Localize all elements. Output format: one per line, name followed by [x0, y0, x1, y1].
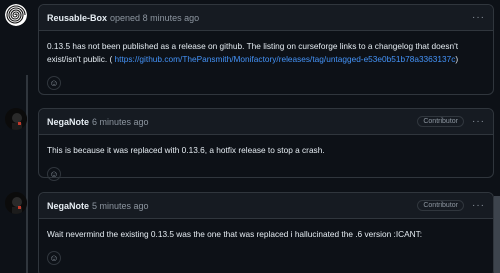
comment-body: 0.13.5 has not been published as a relea… — [39, 31, 493, 72]
comment-card: NegaNote 5 minutes ago Contributor ··· W… — [38, 192, 494, 273]
spiral-avatar-icon — [5, 4, 27, 26]
comment-card: Reusable-Box opened 8 minutes ago ··· 0.… — [38, 4, 494, 95]
comment-text-end: ) — [455, 54, 459, 64]
comment-header: NegaNote 5 minutes ago Contributor ··· — [39, 193, 493, 219]
comment-card: NegaNote 6 minutes ago Contributor ··· T… — [38, 108, 494, 181]
comment-text: This is because it was replaced with 0.1… — [47, 145, 325, 155]
comment-body: This is because it was replaced with 0.1… — [39, 135, 493, 163]
comment-timestamp[interactable]: 6 minutes ago — [92, 117, 149, 127]
scrollbar[interactable] — [494, 196, 500, 273]
user-avatar-icon — [5, 192, 27, 214]
comment-header: Reusable-Box opened 8 minutes ago ··· — [39, 5, 493, 31]
smiley-icon: ☺ — [49, 78, 59, 88]
comment-timestamp[interactable]: 5 minutes ago — [92, 201, 149, 211]
more-options-icon[interactable]: ··· — [472, 12, 485, 23]
avatar[interactable] — [5, 4, 27, 26]
contributor-badge: Contributor — [417, 200, 464, 211]
timeline-line — [26, 75, 28, 273]
changelog-link[interactable]: https://github.com/ThePansmith/Monifacto… — [115, 54, 456, 64]
contributor-badge: Contributor — [417, 116, 464, 127]
add-reaction-button[interactable]: ☺ — [47, 167, 61, 181]
avatar[interactable] — [5, 192, 27, 214]
smiley-icon: ☺ — [49, 169, 59, 179]
comment-author[interactable]: NegaNote — [47, 201, 89, 211]
smiley-icon: ☺ — [49, 253, 59, 263]
comment-header: NegaNote 6 minutes ago Contributor ··· — [39, 109, 493, 135]
comment-author[interactable]: Reusable-Box — [47, 13, 107, 23]
comment-author[interactable]: NegaNote — [47, 117, 89, 127]
more-options-icon[interactable]: ··· — [472, 200, 485, 211]
comment-body: Wait nevermind the existing 0.13.5 was t… — [39, 219, 493, 247]
avatar[interactable] — [5, 108, 27, 130]
comment-text: Wait nevermind the existing 0.13.5 was t… — [47, 229, 423, 239]
comment-timestamp[interactable]: opened 8 minutes ago — [110, 13, 199, 23]
add-reaction-button[interactable]: ☺ — [47, 76, 61, 90]
add-reaction-button[interactable]: ☺ — [47, 251, 61, 265]
more-options-icon[interactable]: ··· — [472, 116, 485, 127]
user-avatar-icon — [5, 108, 27, 130]
